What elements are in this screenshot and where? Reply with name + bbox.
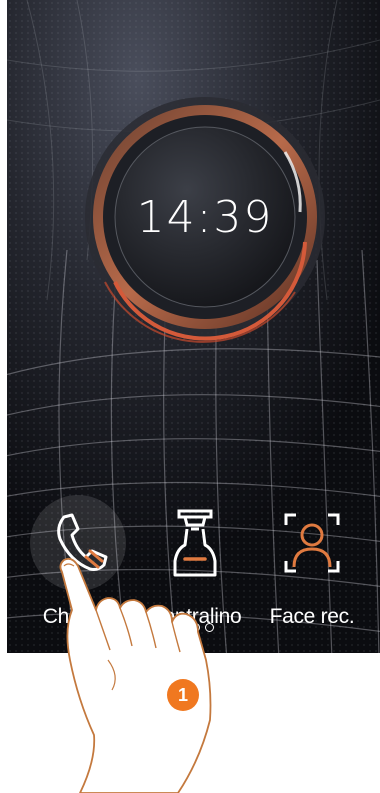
phone-icon: [57, 513, 108, 571]
clock-time: 14:39: [136, 192, 274, 243]
manual-illustration: 14:39 Chiama Centralino Face rec. 1: [0, 0, 380, 793]
page-dot[interactable]: [205, 623, 214, 632]
step-number-badge: 1: [167, 679, 199, 711]
app-icon-wrap: [30, 495, 126, 591]
app-chiama[interactable]: Chiama: [23, 495, 133, 635]
app-icon-wrap: [147, 495, 243, 591]
app-launcher-row: Chiama Centralino Face rec.: [7, 495, 380, 635]
app-centralino[interactable]: Centralino: [140, 495, 250, 635]
app-label: Face rec.: [269, 605, 355, 628]
switchboard-operator-icon: [173, 509, 217, 577]
app-face-rec[interactable]: Face rec.: [257, 495, 367, 635]
device-home-screen: 14:39 Chiama Centralino Face rec.: [7, 0, 380, 653]
face-recognition-icon: [284, 513, 340, 573]
app-label: Chiama: [42, 605, 114, 628]
page-dot[interactable]: [191, 623, 200, 632]
app-icon-wrap: [264, 495, 360, 591]
page-dot-active[interactable]: [177, 623, 186, 632]
page-indicator: [177, 623, 237, 637]
clock-widget: 14:39: [85, 92, 325, 352]
